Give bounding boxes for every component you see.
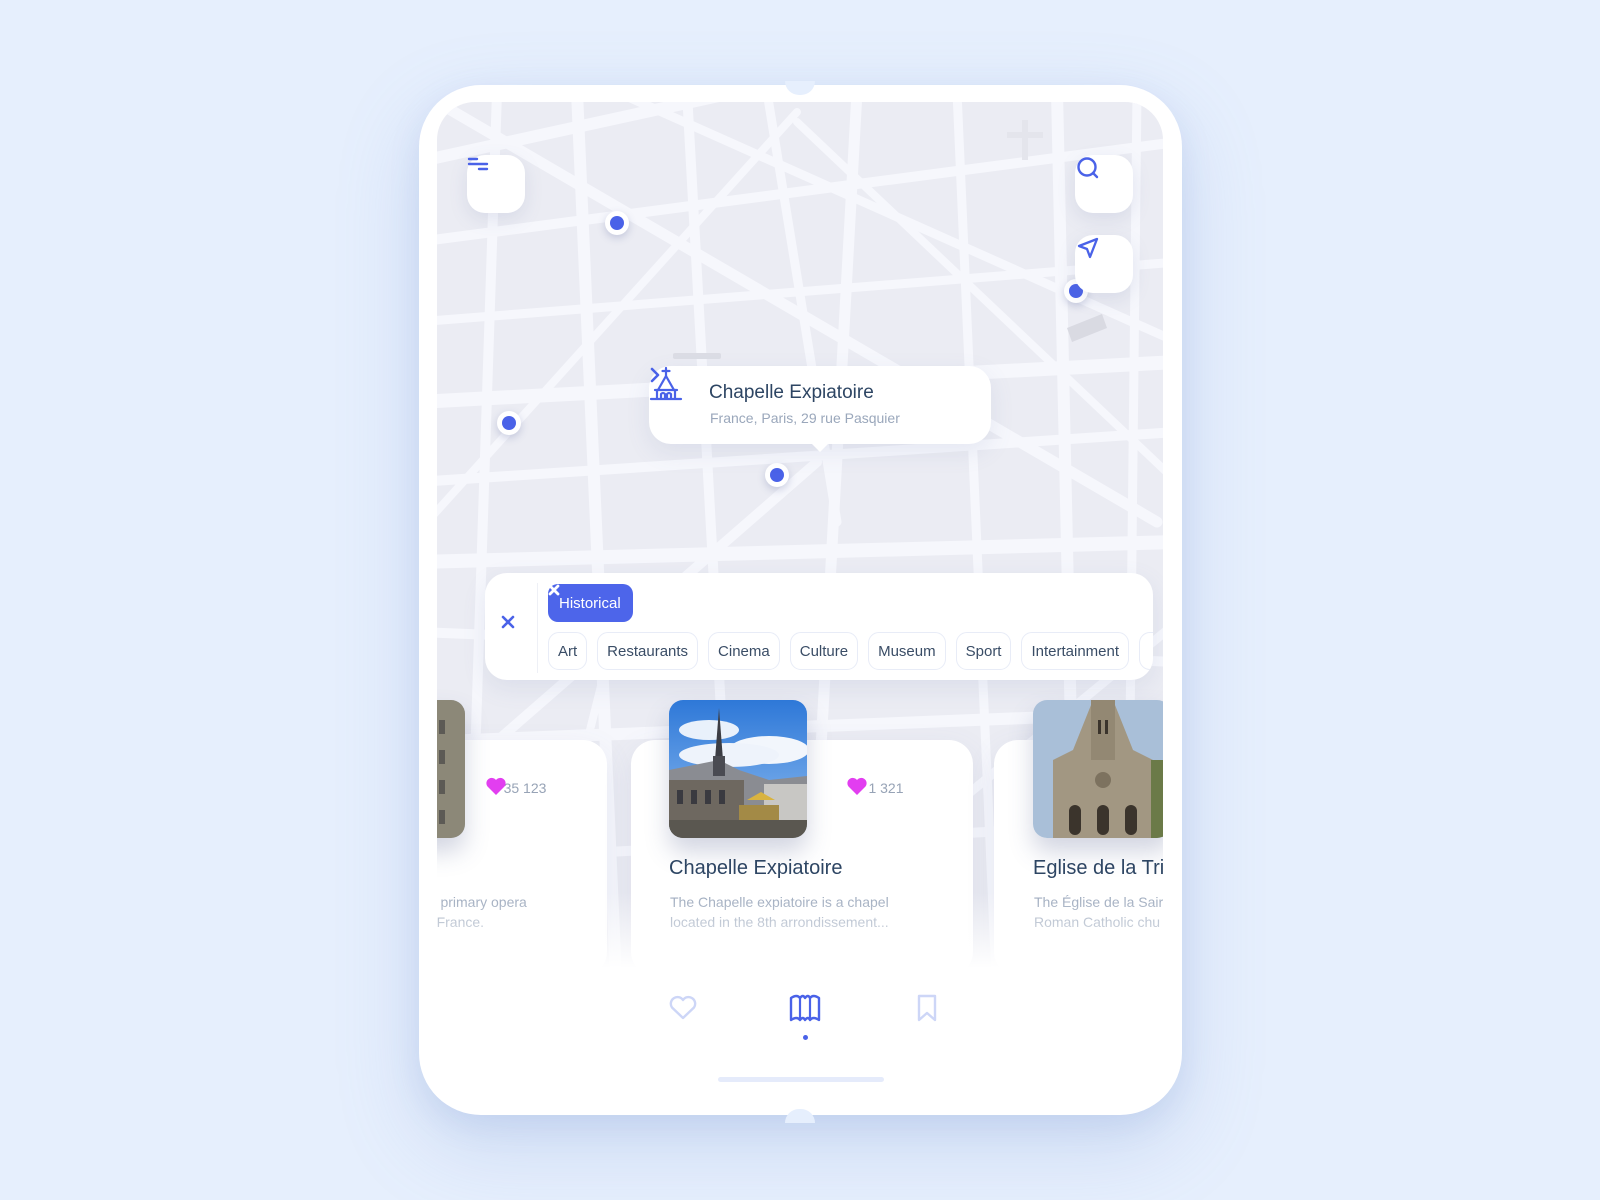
divider — [537, 583, 538, 673]
category-filter-panel: Historical Art Restaurants Cinema Cultur… — [485, 573, 1153, 680]
device-frame: Chapelle Expiatoire France, Paris, 29 ru… — [419, 85, 1182, 1115]
filter-lines-icon — [467, 157, 489, 171]
place-image — [669, 700, 807, 838]
filter-chip-intertainment[interactable]: Intertainment — [1021, 632, 1130, 670]
navigation-arrow-icon — [1077, 237, 1099, 259]
likes: 1 321 — [846, 776, 926, 796]
clear-filters-button[interactable] — [501, 615, 523, 637]
place-image — [1033, 700, 1163, 838]
callout-address: France, Paris, 29 rue Pasquier — [710, 410, 900, 426]
close-icon — [501, 615, 515, 629]
likes: 35 123 — [485, 776, 565, 796]
card-title: Eglise de la Trir — [1033, 857, 1163, 879]
map-pin[interactable] — [605, 211, 629, 235]
heart-icon — [669, 995, 697, 1020]
active-filter-label: Historical — [559, 594, 621, 612]
home-indicator[interactable] — [718, 1077, 884, 1082]
filter-chip-culture[interactable]: Culture — [789, 632, 859, 670]
map-view[interactable]: Chapelle Expiatoire France, Paris, 29 ru… — [437, 102, 1163, 982]
heart-icon[interactable] — [485, 776, 507, 796]
active-filter-chip[interactable]: Historical — [548, 584, 633, 622]
filter-chip-museum[interactable]: Museum — [868, 632, 946, 670]
filter-menu-button[interactable] — [467, 155, 525, 213]
filter-chip-art[interactable]: Art — [548, 632, 588, 670]
heart-icon[interactable] — [846, 776, 868, 796]
search-button[interactable] — [1075, 155, 1133, 213]
map-icon — [789, 994, 821, 1022]
search-icon — [1077, 157, 1099, 179]
nav-favorites[interactable] — [663, 988, 703, 1028]
map-pin-selected[interactable] — [765, 463, 789, 487]
filter-chip-cinema[interactable]: Cinema — [708, 632, 780, 670]
bookmark-icon — [917, 994, 937, 1022]
filter-chip-sport[interactable]: Sport — [955, 632, 1012, 670]
active-nav-indicator — [803, 1035, 808, 1040]
map-fade — [437, 892, 1163, 982]
filter-chip-more[interactable] — [1139, 632, 1153, 670]
locate-me-button[interactable] — [1075, 235, 1133, 293]
card-title: Chapelle Expiatoire — [669, 857, 843, 879]
callout-title: Chapelle Expiatoire — [709, 382, 874, 403]
nav-map[interactable] — [785, 988, 825, 1028]
place-image — [437, 700, 465, 838]
close-icon[interactable] — [548, 584, 560, 596]
place-callout[interactable]: Chapelle Expiatoire France, Paris, 29 ru… — [649, 366, 991, 452]
nav-saved[interactable] — [907, 988, 947, 1028]
chevron-right-icon[interactable] — [649, 366, 661, 384]
bottom-nav — [419, 988, 1182, 1048]
map-pin[interactable] — [497, 411, 521, 435]
filter-options: Art Restaurants Cinema Culture Museum Sp… — [548, 632, 1153, 670]
filter-chip-restaurants[interactable]: Restaurants — [597, 632, 699, 670]
